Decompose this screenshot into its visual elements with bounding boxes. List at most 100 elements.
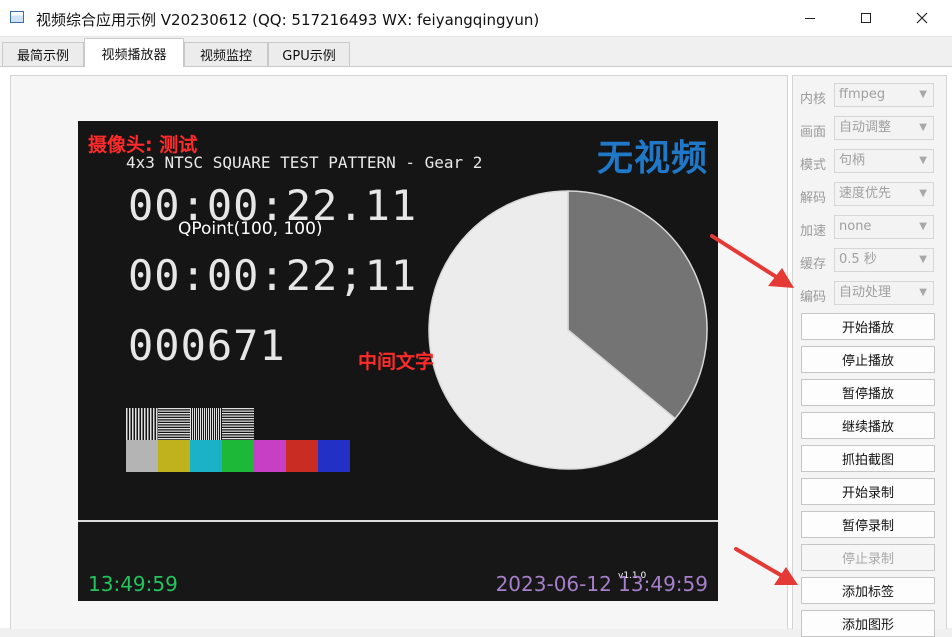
resolution-wedges <box>126 408 254 440</box>
mode-combo[interactable]: 句柄 ▼ <box>834 149 934 173</box>
datetime-right-label: 2023-06-12 13:49:59 <box>495 572 708 596</box>
snapshot-button[interactable]: 抓拍截图 <box>801 445 935 472</box>
wedge-line <box>158 438 190 440</box>
middle-text-label: 中间文字 <box>358 351 435 373</box>
maximize-button[interactable] <box>843 0 889 36</box>
no-video-label: 无视频 <box>596 138 708 179</box>
pause-record-button[interactable]: 暂停录制 <box>801 511 935 538</box>
color-bar <box>190 440 222 472</box>
mode-value: 句柄 <box>839 153 866 168</box>
start-record-button[interactable]: 开始录制 <box>801 478 935 505</box>
wedge-line <box>222 420 254 422</box>
wedge-line <box>158 415 190 417</box>
pie-graphic <box>428 190 708 470</box>
window-title: 视频综合应用示例 V20230612 (QQ: 517216493 WX: fe… <box>36 11 540 29</box>
wedge-line <box>158 433 190 435</box>
color-bar <box>126 440 158 472</box>
wedge-line <box>158 430 190 432</box>
add-label-button[interactable]: 添加标签 <box>801 577 935 604</box>
wedge-line <box>222 438 254 440</box>
chevron-down-icon: ▼ <box>919 254 927 265</box>
field-encode: 编码 自动处理 ▼ <box>800 281 935 307</box>
field-cache: 缓存 0.5 秒 ▼ <box>800 248 935 274</box>
field-decode-label: 解码 <box>800 191 827 206</box>
wedge-line <box>212 408 213 440</box>
wedge-line <box>198 408 199 440</box>
field-encode-label: 编码 <box>800 290 827 305</box>
wedge-line <box>126 408 128 440</box>
add-shape-button[interactable]: 添加图形 <box>801 610 935 637</box>
wedge-line <box>158 410 190 412</box>
wedge-line <box>206 408 207 440</box>
wedge-line <box>222 418 254 420</box>
field-mode: 模式 句柄 ▼ <box>800 149 935 175</box>
wedge-line <box>158 428 190 430</box>
wedge-line <box>147 408 149 440</box>
title-bar: 视频综合应用示例 V20230612 (QQ: 517216493 WX: fe… <box>0 0 952 37</box>
wedge-line <box>158 423 190 425</box>
minimize-icon <box>805 17 815 19</box>
wedge-line <box>158 435 190 437</box>
test-pattern-title: 4x3 NTSC SQUARE TEST PATTERN - Gear 2 <box>126 153 483 172</box>
field-core: 内核 ffmpeg ▼ <box>800 83 935 109</box>
chevron-down-icon: ▼ <box>919 155 927 166</box>
core-combo[interactable]: ffmpeg ▼ <box>834 83 934 107</box>
field-core-label: 内核 <box>800 92 827 107</box>
wedge-line <box>222 425 254 427</box>
field-screen-label: 画面 <box>800 125 827 140</box>
wedge-line <box>156 408 158 440</box>
wedge-line <box>138 408 140 440</box>
video-display[interactable]: 摄像头: 测试 无视频 4x3 NTSC SQUARE TEST PATTERN… <box>78 121 718 601</box>
wedge-line <box>204 408 205 440</box>
field-accel: 加速 none ▼ <box>800 215 935 241</box>
wedge-line <box>222 413 254 415</box>
tab-simple[interactable]: 最简示例 <box>2 42 84 66</box>
field-decode: 解码 速度优先 ▼ <box>800 182 935 208</box>
wedge-line <box>132 408 134 440</box>
accel-combo[interactable]: none ▼ <box>834 215 934 239</box>
minimize-button[interactable] <box>787 0 833 36</box>
app-window-icon <box>10 11 24 23</box>
decode-combo[interactable]: 速度优先 ▼ <box>834 182 934 206</box>
color-bars-graphic <box>126 408 350 472</box>
wedge-line <box>144 408 146 440</box>
field-screen: 画面 自动调整 ▼ <box>800 116 935 142</box>
encode-combo[interactable]: 自动处理 ▼ <box>834 281 934 305</box>
wedge-line <box>158 413 190 415</box>
color-bar <box>286 440 318 472</box>
wedge-line <box>150 408 152 440</box>
tab-gpu[interactable]: GPU示例 <box>268 42 350 66</box>
color-bar <box>158 440 190 472</box>
wedge-line <box>158 425 190 427</box>
resume-play-button[interactable]: 继续播放 <box>801 412 935 439</box>
wedge-line <box>214 408 215 440</box>
pause-play-button[interactable]: 暂停播放 <box>801 379 935 406</box>
frame-counter: 000671 <box>128 321 286 370</box>
stop-play-button[interactable]: 停止播放 <box>801 346 935 373</box>
encode-value: 自动处理 <box>839 285 892 300</box>
stop-record-button[interactable]: 停止录制 <box>801 544 935 571</box>
wedge-line <box>158 418 190 420</box>
chevron-down-icon: ▼ <box>919 287 927 298</box>
close-button[interactable] <box>899 0 945 36</box>
time-left-label: 13:49:59 <box>88 572 178 596</box>
screen-combo[interactable]: 自动调整 ▼ <box>834 116 934 140</box>
wedge-line <box>158 420 190 422</box>
color-bar <box>222 440 254 472</box>
wedge-line <box>218 408 219 440</box>
wedge-line <box>222 423 254 425</box>
field-cache-label: 缓存 <box>800 257 827 272</box>
wedge-line <box>196 408 197 440</box>
tab-video-player[interactable]: 视频播放器 <box>84 38 184 67</box>
maximize-icon <box>861 13 871 23</box>
cache-combo[interactable]: 0.5 秒 ▼ <box>834 248 934 272</box>
wedge-line <box>202 408 203 440</box>
start-play-button[interactable]: 开始播放 <box>801 313 935 340</box>
wedge-line <box>153 408 155 440</box>
screen-value: 自动调整 <box>839 120 892 135</box>
field-mode-label: 模式 <box>800 158 827 173</box>
wedge-line <box>222 408 254 410</box>
wedge-line <box>222 428 254 430</box>
tab-video-monitor[interactable]: 视频监控 <box>184 42 268 66</box>
wedge-line <box>208 408 209 440</box>
